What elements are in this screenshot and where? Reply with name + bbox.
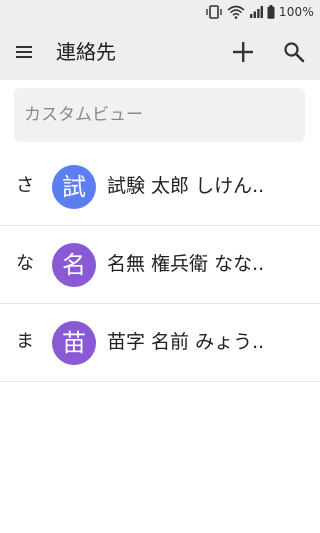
contact-name: 名無 権兵衛 なな.. [107,253,265,275]
index-letter: さ [16,175,34,196]
battery-percentage: 100% [278,5,314,19]
list-item[interactable]: ま 苗 苗字 名前 みょう.. [0,304,320,382]
index-letter: な [16,253,34,274]
add-contact-icon[interactable] [230,39,256,65]
list-item[interactable]: な 名 名無 権兵衛 なな.. [0,226,320,304]
page-title: 連絡先 [56,40,116,64]
search-icon[interactable] [282,40,306,64]
wifi-icon [227,5,245,19]
avatar: 苗 [52,321,96,365]
vibrate-icon [205,5,223,19]
contacts-screen: 100% 連絡先 さ 試 [0,0,320,533]
custom-view-search-box[interactable] [14,88,305,142]
battery-icon [267,5,275,19]
contact-list: さ 試 試験 太郎 しけん.. な 名 名無 権兵衛 なな.. ま 苗 苗字 名… [0,148,320,382]
custom-view-input[interactable] [24,105,294,125]
signal-icon [249,5,263,19]
avatar: 試 [52,165,96,209]
app-bar: 連絡先 [0,24,320,80]
avatar: 名 [52,243,96,287]
menu-icon[interactable] [14,42,36,62]
contact-name: 苗字 名前 みょう.. [107,331,265,353]
status-bar: 100% [0,0,320,24]
list-item[interactable]: さ 試 試験 太郎 しけん.. [0,148,320,226]
index-letter: ま [16,331,34,352]
contact-name: 試験 太郎 しけん.. [107,175,265,197]
